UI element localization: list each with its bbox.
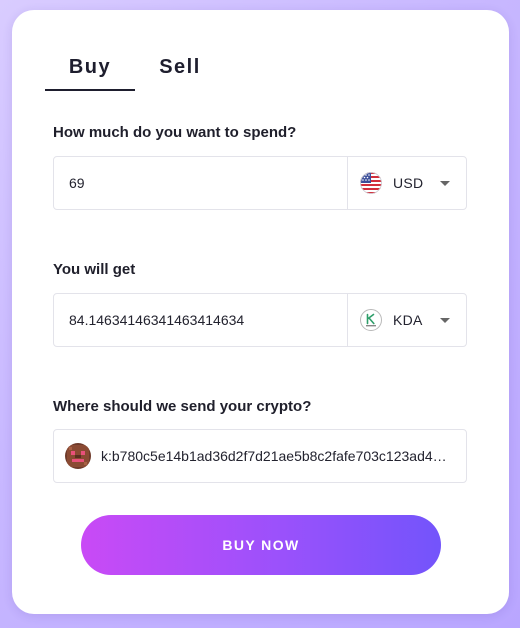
spend-amount-input[interactable]: 69 [54,157,348,209]
wallet-address-input[interactable]: k:b780c5e14b1ad36d2f7d21ae5b8c2fafe703c1… [54,430,466,482]
wallet-label: Where should we send your crypto? [53,398,312,415]
us-flag-icon [360,172,382,194]
wallet-address-field[interactable]: k:b780c5e14b1ad36d2f7d21ae5b8c2fafe703c1… [53,429,467,483]
chevron-down-icon [440,180,450,186]
tab-sell[interactable]: Sell [135,54,225,89]
spend-currency-code: USD [393,175,424,191]
receive-label: You will get [53,261,136,278]
chevron-down-icon [440,317,450,323]
wallet-avatar-icon [65,443,91,469]
spend-currency-select[interactable]: USD [348,157,466,209]
kda-logo-icon [360,309,382,331]
receive-field: 84.14634146341463414634 KDA [53,293,467,347]
receive-currency-select[interactable]: KDA [348,294,466,346]
receive-currency-code: KDA [393,312,423,328]
tab-buy[interactable]: Buy [45,54,135,91]
wallet-address-text: k:b780c5e14b1ad36d2f7d21ae5b8c2fafe703c1… [101,448,447,464]
receive-amount-value: 84.14634146341463414634 [54,294,348,346]
spend-label: How much do you want to spend? [53,124,297,141]
buy-now-button[interactable]: BUY NOW [81,515,441,575]
tab-bar: Buy Sell [45,54,225,91]
spend-field: 69 USD [53,156,467,210]
buy-sell-widget: Buy Sell How much do you want to spend? … [12,10,509,614]
